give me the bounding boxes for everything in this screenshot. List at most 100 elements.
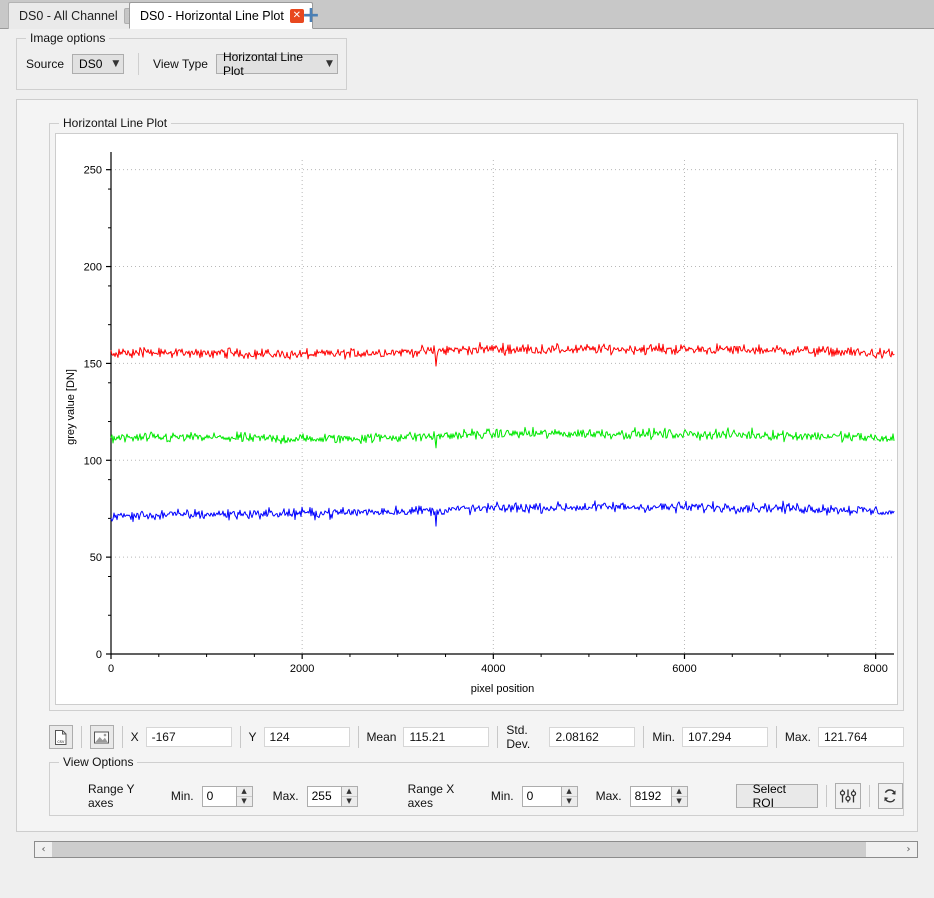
x-max-value[interactable]: 8192 [631, 787, 671, 806]
divider [80, 726, 82, 748]
svg-text:100: 100 [84, 455, 102, 467]
divider [868, 785, 870, 807]
plot-group: Horizontal Line Plot 0 50 100 150 200 250 0 200… [49, 116, 904, 711]
svg-text:250: 250 [84, 165, 102, 177]
svg-text:2000: 2000 [290, 663, 314, 675]
y-max-label: Max. [272, 789, 299, 803]
svg-text:pixel position: pixel position [471, 683, 535, 695]
std-dev-value: 2.08162 [549, 727, 636, 747]
max-value: 121.764 [817, 727, 904, 747]
divider [776, 726, 777, 748]
plot-title: Horizontal Line Plot [59, 116, 172, 130]
x-max-spinner[interactable]: 8192 ▲ ▼ [629, 785, 688, 807]
export-csv-button[interactable]: csv [49, 725, 73, 749]
export-image-button[interactable] [89, 725, 114, 749]
svg-text:0: 0 [96, 649, 102, 661]
spin-up-icon[interactable]: ▲ [561, 787, 577, 797]
view-options-group: View Options Range Y axes Min. 0 ▲ ▼ Max… [49, 755, 904, 816]
x-min-spinner[interactable]: 0 ▲ ▼ [521, 785, 578, 807]
line-chart[interactable]: 0 50 100 150 200 250 0 2000 4000 6000 8000 pixel po… [56, 134, 898, 705]
spinner-buttons[interactable]: ▲ ▼ [670, 786, 687, 806]
tab-ds0-all-channel[interactable]: DS0 - All Channel ✕ [8, 2, 149, 29]
x-readout: X -167 [131, 727, 232, 747]
sliders-icon [839, 789, 857, 803]
y-value: 124 [263, 727, 350, 747]
scrollbar-thumb[interactable] [52, 842, 867, 857]
view-type-label: View Type [153, 57, 208, 71]
view-type-select[interactable]: Horizontal Line Plot ▼ [215, 50, 338, 78]
svg-text:grey value [DN]: grey value [DN] [65, 369, 77, 445]
svg-text:0: 0 [108, 663, 114, 675]
source-select[interactable]: DS0 ▼ [72, 54, 125, 74]
add-tab-button[interactable]: + [297, 4, 325, 28]
spin-up-icon[interactable]: ▲ [341, 787, 357, 797]
spinner-buttons[interactable]: ▲ ▼ [340, 786, 357, 806]
x-max-label: Max. [595, 789, 622, 803]
range-y-label: Range Y axes [88, 782, 135, 810]
divider [239, 726, 241, 748]
spin-down-icon[interactable]: ▼ [237, 797, 252, 806]
x-value: -167 [145, 727, 232, 747]
scrollbar-track[interactable] [52, 842, 900, 857]
spin-up-icon[interactable]: ▲ [671, 787, 687, 797]
range-x-label: Range X axes [407, 782, 455, 810]
divider [497, 726, 499, 748]
svg-text:4000: 4000 [481, 663, 505, 675]
std-dev-label: Std. Dev. [506, 723, 531, 751]
svg-text:8000: 8000 [863, 663, 887, 675]
divider [826, 785, 828, 807]
spin-up-icon[interactable]: ▲ [236, 787, 252, 797]
max-label: Max. [784, 730, 811, 744]
chevron-down-icon: ▼ [326, 59, 333, 69]
tab-label: DS0 - All Channel [19, 9, 118, 23]
divider [121, 726, 123, 748]
max-readout: Max. 121.764 [785, 727, 904, 747]
image-options-group: Image options Source DS0 ▼ View Type Hor… [16, 31, 347, 90]
chevron-down-icon: ▼ [112, 59, 120, 69]
x-min-value[interactable]: 0 [523, 787, 561, 806]
plot-canvas[interactable]: 0 50 100 150 200 250 0 2000 4000 6000 8000 pixel po… [55, 133, 898, 705]
tab-ds0-horizontal-line-plot[interactable]: DS0 - Horizontal Line Plot ✕ [129, 2, 313, 29]
source-value: DS0 [79, 57, 103, 71]
main-panel: Horizontal Line Plot 0 50 100 150 200 250 0 200… [16, 99, 918, 832]
readout-toolbar: csv X -167 Y 124 Mean 115.21 Std. Dev. 2… [49, 720, 904, 754]
divider [643, 726, 645, 748]
application-window: DS0 - All Channel ✕ DS0 - Horizontal Lin… [0, 0, 934, 898]
svg-text:csv: csv [57, 739, 65, 744]
mean-value: 115.21 [403, 727, 490, 747]
source-label: Source [26, 57, 65, 71]
scroll-right-icon[interactable]: › [900, 842, 917, 857]
horizontal-scrollbar[interactable]: ‹ › [34, 841, 918, 858]
spinner-buttons[interactable]: ▲ ▼ [560, 786, 577, 806]
min-label: Min. [652, 730, 676, 744]
image-export-icon [94, 731, 110, 743]
std-dev-readout: Std. Dev. 2.08162 [506, 723, 636, 751]
x-label: X [130, 730, 139, 744]
view-type-value: Horizontal Line Plot [222, 50, 304, 78]
mean-label: Mean [366, 730, 397, 744]
tab-label: DS0 - Horizontal Line Plot [140, 8, 284, 23]
y-max-value[interactable]: 255 [308, 787, 341, 806]
spin-down-icon[interactable]: ▼ [342, 797, 357, 806]
scroll-left-icon[interactable]: ‹ [35, 842, 52, 857]
y-min-label: Min. [170, 789, 194, 803]
y-readout: Y 124 [249, 727, 350, 747]
y-min-value[interactable]: 0 [203, 787, 236, 806]
select-roi-button[interactable]: Select ROI [735, 782, 819, 810]
mean-readout: Mean 115.21 [366, 727, 490, 747]
min-value: 107.294 [682, 727, 769, 747]
y-min-spinner[interactable]: 0 ▲ ▼ [201, 785, 253, 807]
y-max-spinner[interactable]: 255 ▲ ▼ [306, 785, 358, 807]
image-options-title: Image options [26, 31, 110, 45]
spin-down-icon[interactable]: ▼ [672, 797, 687, 806]
settings-sliders-button[interactable] [835, 783, 861, 809]
refresh-button[interactable] [877, 783, 903, 809]
divider [357, 726, 359, 748]
svg-text:50: 50 [90, 552, 102, 564]
svg-text:150: 150 [84, 358, 102, 370]
spinner-buttons[interactable]: ▲ ▼ [235, 786, 252, 806]
csv-file-icon: csv [54, 729, 67, 745]
x-min-label: Min. [490, 789, 514, 803]
spin-down-icon[interactable]: ▼ [562, 797, 577, 806]
view-options-title: View Options [59, 755, 138, 769]
